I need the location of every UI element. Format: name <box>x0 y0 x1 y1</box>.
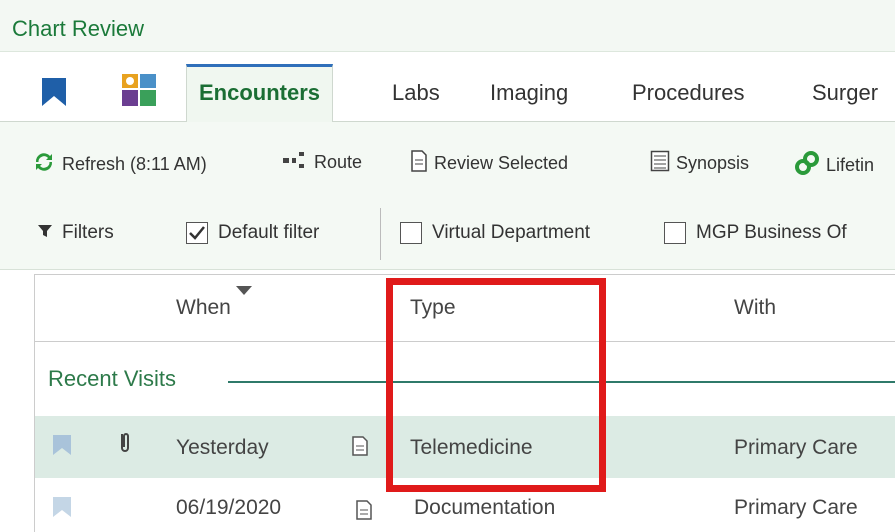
checkbox-unchecked-icon <box>664 222 686 244</box>
mgp-business-checkbox[interactable]: MGP Business Of <box>664 222 847 244</box>
route-icon <box>282 150 308 175</box>
tab-procedures[interactable]: Procedures <box>620 64 757 122</box>
synopsis-label: Synopsis <box>676 153 750 173</box>
route-label: Route <box>314 152 363 172</box>
filters-button[interactable]: Filters <box>38 222 114 244</box>
tab-encounters[interactable]: Encounters <box>186 64 334 122</box>
review-selected-button[interactable]: Review Selected <box>410 150 568 177</box>
refresh-label: Refresh (8:11 AM) <box>62 154 207 174</box>
bookmark-icon[interactable] <box>52 496 72 523</box>
document-icon <box>410 150 428 177</box>
column-header-when[interactable]: When <box>176 296 231 320</box>
checkbox-checked-icon <box>186 222 208 244</box>
row-with: Primary Care <box>734 436 858 459</box>
lifetime-label: Lifetin <box>826 155 875 175</box>
filters-label: Filters <box>62 222 114 243</box>
synopsis-button[interactable]: Synopsis <box>650 150 749 177</box>
lifetime-button[interactable]: Lifetin <box>794 150 874 181</box>
sort-descending-icon <box>236 282 252 300</box>
tab-labs[interactable]: Labs <box>380 64 452 122</box>
title-bar: Chart Review <box>0 0 895 52</box>
document-icon[interactable] <box>352 436 368 461</box>
paperclip-icon <box>118 430 132 461</box>
refresh-button[interactable]: Refresh (8:11 AM) <box>32 150 207 179</box>
refresh-icon <box>32 150 56 179</box>
bookmark-icon[interactable] <box>52 434 72 461</box>
tab-imaging[interactable]: Imaging <box>478 64 580 122</box>
virtual-department-checkbox[interactable]: Virtual Department <box>400 222 590 244</box>
window-title: Chart Review <box>12 16 145 41</box>
highlight-box <box>386 278 606 492</box>
row-when: 06/19/2020 <box>176 496 282 519</box>
virtual-department-label: Virtual Department <box>432 222 591 243</box>
checkbox-unchecked-icon <box>400 222 422 244</box>
default-filter-checkbox[interactable]: Default filter <box>186 222 319 244</box>
synopsis-icon <box>650 150 670 177</box>
row-when: Yesterday <box>176 436 269 459</box>
section-label: Recent Visits <box>48 366 176 391</box>
row-type: Documentation <box>414 496 556 519</box>
document-icon[interactable] <box>356 500 372 525</box>
mgp-business-label: MGP Business Of <box>696 222 847 243</box>
filter-funnel-icon <box>38 222 52 244</box>
column-header-with[interactable]: With <box>734 296 776 320</box>
chain-link-icon <box>794 150 820 181</box>
route-button[interactable]: Route <box>282 150 362 175</box>
filter-separator <box>380 208 381 260</box>
bookmark-icon[interactable] <box>40 76 68 113</box>
row-with: Primary Care <box>734 496 858 519</box>
review-selected-label: Review Selected <box>434 153 569 173</box>
default-filter-label: Default filter <box>218 222 320 243</box>
patient-photo-icon[interactable] <box>120 72 158 113</box>
tab-surgeries[interactable]: Surger <box>800 64 890 122</box>
